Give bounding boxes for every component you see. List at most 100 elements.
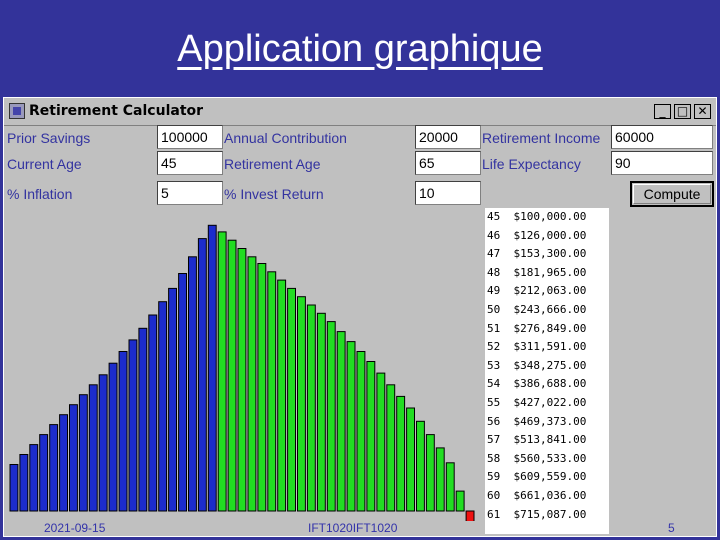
result-row: 56 $469,373.00 [485,413,609,432]
result-age: 59 [487,470,501,484]
current-age-label: Current Age [7,156,82,172]
chart-bar [465,510,475,521]
window-title: Retirement Calculator [29,103,204,119]
chart-bar [197,238,207,512]
result-amount: $513,841.00 [513,433,587,447]
result-age: 58 [487,451,501,465]
chart-bar [306,304,316,512]
chart-bar [19,454,29,512]
result-amount: $609,559.00 [513,470,587,484]
footer-course: IFT1020IFT1020 [308,521,398,535]
retirement-age-input[interactable] [415,151,481,175]
chart-bar [178,273,188,512]
chart-bar [148,314,158,512]
result-amount: $100,000.00 [513,210,587,223]
chart-bar [78,394,88,512]
chart-bar [425,434,435,512]
slide-title: Application graphique [177,28,543,70]
chart-bar [445,462,455,512]
footer-date: 2021-09-15 [44,521,106,535]
result-age: 60 [487,488,501,502]
result-amount: $181,965.00 [513,265,587,279]
app-icon [9,103,25,119]
retirement-income-label: Retirement Income [482,130,601,146]
result-age: 54 [487,377,501,391]
chart-bar [158,301,168,512]
result-amount: $126,000.00 [513,228,587,242]
compute-button[interactable]: Compute [630,181,714,207]
chart-bar [217,231,227,512]
results-list: 45 $100,000.00 46 $126,000.00 47 $153,300.… [485,208,609,534]
result-age: 53 [487,358,501,372]
chart-bar [227,239,237,512]
result-row: 55 $427,022.00 [485,394,609,413]
window-titlebar[interactable]: Retirement Calculator _ □ ✕ [4,98,716,126]
minimize-button[interactable]: _ [654,104,671,119]
chart-bar [168,287,178,512]
chart-bar [59,414,68,512]
chart-bar [188,256,197,512]
chart-bar [346,341,356,512]
current-age-input[interactable] [157,151,223,175]
inflation-label: % Inflation [7,186,73,202]
invest-return-input[interactable] [415,181,481,205]
result-age: 52 [487,340,501,354]
retirement-income-input[interactable] [611,125,713,149]
result-row: 52 $311,591.00 [485,338,609,357]
annual-contribution-input[interactable] [415,125,481,149]
chart-bar [416,420,425,512]
inflation-input[interactable] [157,181,223,205]
retirement-calculator-window: Retirement Calculator _ □ ✕ Prior Saving… [3,97,717,537]
chart-bar [406,407,416,512]
chart-bar [316,312,326,512]
result-age: 49 [487,284,501,298]
result-amount: $661,036.00 [513,488,587,502]
retirement-age-label: Retirement Age [224,156,321,172]
result-age: 57 [487,433,501,447]
page-number: 5 [668,521,675,535]
result-amount: $386,688.00 [513,377,587,391]
result-age: 45 [487,210,501,223]
result-row: 59 $609,559.00 [485,468,609,487]
prior-savings-label: Prior Savings [7,130,91,146]
result-row: 46 $126,000.00 [485,227,609,246]
result-row: 51 $276,849.00 [485,320,609,339]
chart-bar [138,327,148,512]
result-amount: $153,300.00 [513,247,587,261]
result-row: 54 $386,688.00 [485,375,609,394]
maximize-button[interactable]: □ [674,104,691,119]
chart-bar [257,263,267,512]
result-age: 47 [487,247,501,261]
chart-bar [326,321,336,512]
result-row: 45 $100,000.00 [485,208,609,227]
savings-bar-chart [9,224,475,521]
result-amount: $715,087.00 [513,507,587,521]
result-row: 61 $715,087.00 [485,506,609,525]
chart-bar [287,287,297,512]
result-amount: $311,591.00 [513,340,587,354]
chart-bar [455,490,465,512]
close-button[interactable]: ✕ [694,104,711,119]
chart-bar [9,464,19,512]
chart-bar [128,339,138,512]
result-amount: $243,666.00 [513,302,587,316]
result-amount: $560,533.00 [513,451,587,465]
result-age: 46 [487,228,501,242]
annual-contribution-label: Annual Contribution [224,130,347,146]
result-amount: $348,275.00 [513,358,587,372]
chart-bar [69,404,78,512]
result-row: 53 $348,275.00 [485,357,609,376]
chart-bar [39,434,49,512]
result-amount: $427,022.00 [513,395,587,409]
chart-bar [386,384,396,512]
life-expectancy-input[interactable] [611,151,713,175]
chart-bar [88,384,98,512]
invest-return-label: % Invest Return [224,186,324,202]
chart-bar [297,296,306,512]
chart-bar [376,372,386,512]
result-row: 47 $153,300.00 [485,245,609,264]
prior-savings-input[interactable] [157,125,223,149]
result-row: 50 $243,666.00 [485,301,609,320]
chart-bar [118,351,128,512]
result-age: 55 [487,395,501,409]
